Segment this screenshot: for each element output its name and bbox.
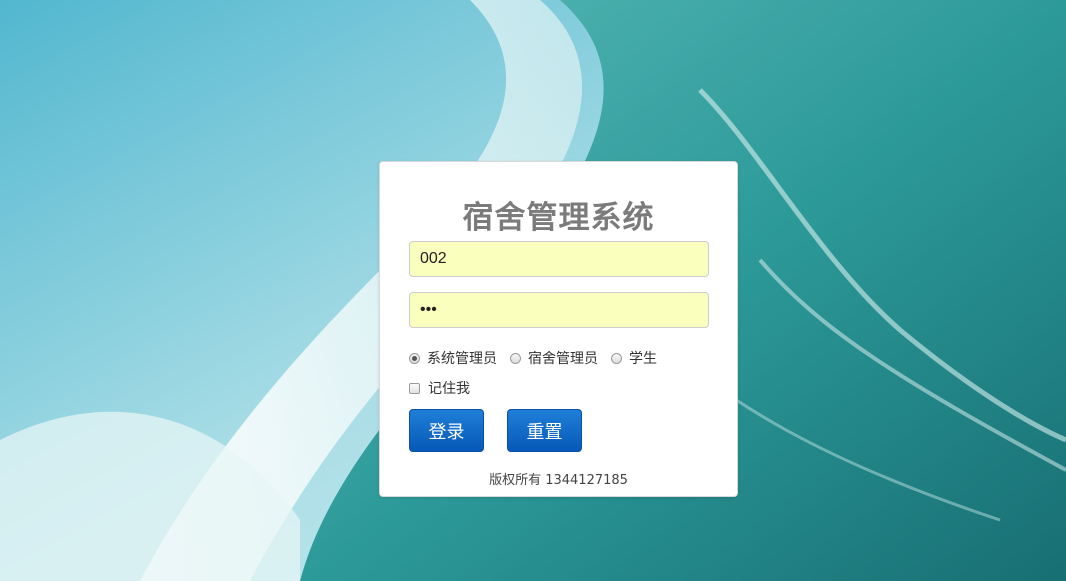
radio-selected-icon[interactable]: [409, 352, 420, 364]
login-panel: 宿舍管理系统 系统管理员 宿舍管理员 学生 记住我 登录 重置 版权所有 134…: [379, 161, 738, 497]
reset-button[interactable]: 重置: [507, 409, 582, 452]
copyright-text: 版权所有 1344127185: [489, 473, 628, 488]
role-label: 学生: [629, 351, 657, 367]
radio-unselected-icon[interactable]: [611, 352, 622, 364]
role-label: 系统管理员: [427, 351, 497, 367]
password-input[interactable]: [409, 292, 709, 328]
radio-unselected-icon[interactable]: [510, 352, 521, 364]
remember-me-label: 记住我: [428, 381, 470, 397]
role-radio-group: 系统管理员 宿舍管理员 学生: [409, 348, 670, 368]
username-input[interactable]: [409, 241, 709, 277]
remember-me-checkbox[interactable]: 记住我: [409, 378, 470, 398]
role-radio-system-admin[interactable]: 系统管理员: [409, 348, 497, 368]
login-button[interactable]: 登录: [409, 409, 484, 452]
role-radio-dorm-admin[interactable]: 宿舍管理员: [510, 348, 598, 368]
role-radio-student[interactable]: 学生: [611, 348, 657, 368]
page-title: 宿舍管理系统: [462, 200, 655, 236]
role-label: 宿舍管理员: [528, 351, 598, 367]
checkbox-icon[interactable]: [409, 382, 420, 394]
